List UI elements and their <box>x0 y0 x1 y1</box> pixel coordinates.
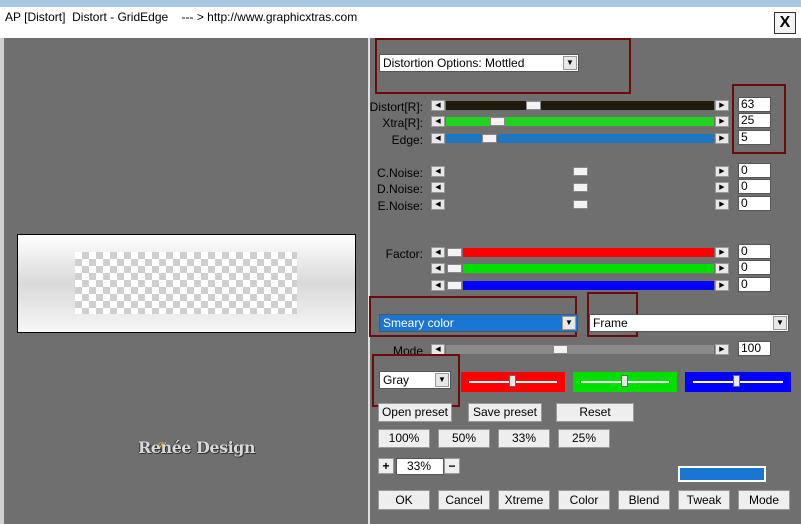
color-button[interactable]: Color <box>558 490 610 510</box>
factor-label: Factor: <box>385 247 423 261</box>
gray-select[interactable]: Gray ▼ <box>379 371 451 389</box>
mode-right-arrow-icon[interactable]: ▶ <box>715 344 729 355</box>
xtra-right-arrow-icon[interactable]: ▶ <box>715 116 729 127</box>
chevron-down-icon[interactable]: ▼ <box>435 373 449 387</box>
zoom-50-button[interactable]: 50% <box>438 429 490 448</box>
cnoise-left-arrow-icon[interactable]: ◀ <box>431 166 445 177</box>
zoom-100-button[interactable]: 100% <box>378 429 430 448</box>
distortion-options-value: Distortion Options: Mottled <box>383 56 525 70</box>
mode-slider-thumb[interactable] <box>553 345 568 354</box>
factor-red-right-arrow-icon[interactable]: ▶ <box>715 247 729 258</box>
smeary-color-value: Smeary color <box>383 316 454 330</box>
factor-blue-slider-track[interactable] <box>463 281 714 290</box>
chevron-down-icon[interactable]: ▼ <box>563 56 577 70</box>
mode-slider-track[interactable] <box>446 345 714 354</box>
factor-green-right-arrow-icon[interactable]: ▶ <box>715 263 729 274</box>
zoom-25-button[interactable]: 25% <box>558 429 610 448</box>
green-channel-slider[interactable] <box>573 372 677 392</box>
factor-blue-left-arrow-icon[interactable]: ◀ <box>431 280 445 291</box>
edge-label: Edge: <box>391 133 423 147</box>
save-preset-button[interactable]: Save preset <box>468 403 542 422</box>
factor-green-value-field[interactable]: 0 <box>738 260 771 275</box>
distort-left-arrow-icon[interactable]: ◀ <box>431 100 445 111</box>
cnoise-slider-thumb[interactable] <box>573 167 588 176</box>
open-preset-button[interactable]: Open preset <box>378 403 452 422</box>
dnoise-right-arrow-icon[interactable]: ▶ <box>715 182 729 193</box>
dnoise-label: D.Noise: <box>376 182 423 196</box>
reset-button[interactable]: Reset <box>556 403 634 422</box>
distort-slider-thumb[interactable] <box>526 101 541 110</box>
chevron-down-icon[interactable]: ▼ <box>562 316 576 330</box>
blue-channel-slider[interactable] <box>685 372 791 392</box>
close-button[interactable]: X <box>774 12 796 34</box>
distort-value-field[interactable]: 63 <box>738 97 771 112</box>
mode-value-field[interactable]: 100 <box>738 341 771 356</box>
edge-slider-thumb[interactable] <box>482 134 497 143</box>
xtra-value-field[interactable]: 25 <box>738 113 771 128</box>
frame-value: Frame <box>593 316 628 330</box>
transparent-area <box>75 252 297 314</box>
factor-red-value-field[interactable]: 0 <box>738 244 771 259</box>
mode-button[interactable]: Mode <box>738 490 790 510</box>
factor-red-slider-thumb[interactable] <box>447 248 462 257</box>
edge-left-arrow-icon[interactable]: ◀ <box>431 133 445 144</box>
enoise-right-arrow-icon[interactable]: ▶ <box>715 199 729 210</box>
tweak-button[interactable]: Tweak <box>678 490 730 510</box>
frame-select[interactable]: Frame ▼ <box>589 314 789 332</box>
zoom-33-button[interactable]: 33% <box>498 429 550 448</box>
distort-right-arrow-icon[interactable]: ▶ <box>715 100 729 111</box>
ok-button[interactable]: OK <box>378 490 430 510</box>
renee-design-logo: Renée Design <box>138 438 256 457</box>
cnoise-label: C.Noise: <box>376 166 423 180</box>
distort-label: Distort[R]: <box>369 100 423 114</box>
green-channel-thumb[interactable] <box>621 375 628 387</box>
dnoise-left-arrow-icon[interactable]: ◀ <box>431 182 445 193</box>
enoise-left-arrow-icon[interactable]: ◀ <box>431 199 445 210</box>
red-channel-slider[interactable] <box>461 372 565 392</box>
factor-blue-slider-thumb[interactable] <box>447 281 462 290</box>
chevron-down-icon[interactable]: ▼ <box>773 316 787 330</box>
zoom-value-field[interactable]: 33% <box>396 458 444 475</box>
factor-red-left-arrow-icon[interactable]: ◀ <box>431 247 445 258</box>
xtra-label: Xtra[R]: <box>382 116 423 130</box>
window-top-edge <box>0 0 801 7</box>
factor-red-slider-track[interactable] <box>463 248 714 257</box>
blue-channel-thumb[interactable] <box>733 375 740 387</box>
zoom-out-button[interactable]: − <box>444 458 460 474</box>
enoise-label: E.Noise: <box>377 199 423 213</box>
xtreme-button[interactable]: Xtreme <box>498 490 550 510</box>
factor-green-slider-track[interactable] <box>463 264 714 273</box>
edge-right-arrow-icon[interactable]: ▶ <box>715 133 729 144</box>
xtra-left-arrow-icon[interactable]: ◀ <box>431 116 445 127</box>
xtra-slider-track[interactable] <box>446 117 714 126</box>
dnoise-slider-thumb[interactable] <box>573 183 588 192</box>
edge-value-field[interactable]: 5 <box>738 130 771 145</box>
distort-slider-track[interactable] <box>446 101 714 110</box>
red-channel-thumb[interactable] <box>509 375 516 387</box>
gray-value: Gray <box>383 373 410 387</box>
cnoise-value-field[interactable]: 0 <box>738 163 771 178</box>
factor-blue-value-field[interactable]: 0 <box>738 277 771 292</box>
window-title: AP [Distort] Distort - GridEdge --- > ht… <box>5 10 358 24</box>
enoise-slider-thumb[interactable] <box>573 200 588 209</box>
blend-button[interactable]: Blend <box>618 490 670 510</box>
enoise-value-field[interactable]: 0 <box>738 196 771 211</box>
zoom-in-button[interactable]: + <box>378 458 394 474</box>
smeary-color-select[interactable]: Smeary color ▼ <box>379 314 578 332</box>
dnoise-value-field[interactable]: 0 <box>738 179 771 194</box>
xtra-slider-thumb[interactable] <box>490 117 505 126</box>
color-swatch[interactable] <box>678 466 766 482</box>
distortion-options-select[interactable]: Distortion Options: Mottled ▼ <box>379 54 579 72</box>
factor-green-left-arrow-icon[interactable]: ◀ <box>431 263 445 274</box>
factor-blue-right-arrow-icon[interactable]: ▶ <box>715 280 729 291</box>
factor-green-slider-thumb[interactable] <box>447 264 462 273</box>
cnoise-right-arrow-icon[interactable]: ▶ <box>715 166 729 177</box>
cancel-button[interactable]: Cancel <box>438 490 490 510</box>
